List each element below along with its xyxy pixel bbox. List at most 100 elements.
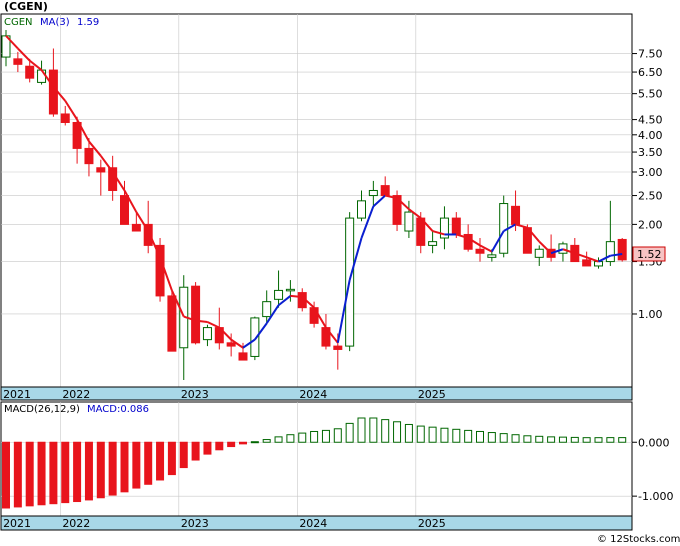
candle-body	[617, 238, 627, 261]
candle-body	[37, 69, 47, 83]
macd-bar	[96, 441, 105, 499]
candle-body	[262, 301, 272, 318]
macd-bar	[381, 419, 390, 443]
price-y-tick-label: 2.50	[638, 190, 663, 203]
candle-body	[511, 205, 521, 225]
macd-bar	[286, 434, 295, 443]
candle-body	[594, 261, 603, 267]
macd-panel	[0, 401, 633, 531]
macd-title: MACD(26,12,9)	[4, 404, 80, 415]
price-x-tick-label: 2021	[3, 388, 31, 401]
candle-body	[238, 352, 248, 361]
candle-body	[487, 254, 497, 258]
macd-bar	[167, 441, 176, 476]
candle-body	[582, 259, 592, 267]
price-y-axis: 7.506.505.504.504.003.503.002.502.001.50…	[632, 48, 663, 321]
macd-bar	[570, 436, 579, 443]
macd-y-tick-label: -1.000	[638, 490, 673, 503]
macd-bar	[523, 435, 532, 443]
candle-body	[25, 65, 35, 79]
ma-segment	[195, 319, 208, 323]
macd-bar	[37, 441, 46, 506]
watermark: © 12Stocks.com	[597, 534, 680, 545]
macd-bar	[215, 441, 224, 451]
macd-bar	[464, 429, 473, 443]
macd-bar	[132, 441, 141, 489]
macd-bar	[428, 426, 437, 443]
price-y-tick-label: 2.00	[638, 218, 663, 231]
macd-bar	[582, 437, 591, 443]
price-y-tick-label: 7.50	[638, 48, 663, 61]
price-y-tick-label: 4.00	[638, 129, 663, 142]
candle-body	[202, 327, 212, 341]
macd-x-tick-label: 2021	[3, 517, 31, 530]
candle-body	[96, 167, 106, 173]
macd-bar	[274, 436, 283, 443]
macd-bar	[108, 441, 117, 496]
macd-bar	[321, 429, 330, 443]
macd-bar	[227, 441, 236, 448]
price-x-tick-label: 2024	[299, 388, 327, 401]
macd-bar	[452, 428, 461, 443]
macd-bar	[369, 417, 378, 443]
macd-bar	[191, 441, 200, 461]
candle-body	[333, 345, 343, 350]
candle-body	[534, 248, 544, 258]
candle-body	[380, 185, 390, 197]
price-x-tick-label: 2023	[181, 388, 209, 401]
macd-value-label: MACD:0.086	[87, 404, 149, 415]
macd-bar	[404, 423, 413, 443]
candle-body	[475, 248, 485, 254]
candle-body	[191, 285, 201, 344]
candle-body	[226, 342, 236, 347]
candle-body	[605, 241, 615, 263]
stock-chart: 7.506.505.504.504.003.503.002.502.001.50…	[0, 0, 680, 545]
macd-bar	[535, 435, 544, 443]
macd-bar	[594, 437, 603, 443]
candle-body	[131, 223, 141, 232]
price-y-tick-label: 3.50	[638, 146, 663, 159]
macd-bar	[606, 437, 615, 443]
ma-segment	[290, 294, 303, 299]
chart-title: (CGEN)	[4, 0, 48, 13]
price-y-tick-label: 3.00	[638, 166, 663, 179]
macd-bar	[84, 441, 93, 501]
macd-bar	[416, 425, 425, 443]
macd-bar	[298, 432, 307, 443]
price-y-tick-label: 5.50	[638, 88, 663, 101]
candle-body	[48, 69, 58, 115]
price-y-tick-label: 1.00	[638, 308, 663, 321]
macd-y-axis: 0.000 -1.000	[632, 436, 673, 503]
macd-bar	[618, 437, 627, 443]
macd-bar	[239, 441, 247, 445]
macd-bar	[49, 441, 58, 505]
macd-bar	[61, 441, 70, 504]
last-price-label: 1.52	[637, 248, 662, 261]
candle-body	[120, 195, 129, 225]
candle-body	[404, 211, 414, 232]
macd-bar	[440, 427, 449, 443]
macd-bar	[558, 436, 567, 443]
macd-bar	[476, 430, 484, 443]
candle-body	[357, 200, 366, 219]
candle-body	[84, 147, 94, 165]
macd-bar	[203, 441, 212, 455]
candle-body	[60, 113, 70, 123]
candle-body	[309, 307, 319, 324]
macd-x-tick-label: 2024	[299, 517, 327, 530]
macd-bar	[333, 428, 342, 443]
candle-body	[274, 289, 284, 300]
price-x-tick-label: 2025	[418, 388, 446, 401]
macd-bar	[13, 441, 22, 508]
macd-bar	[499, 433, 508, 443]
candle-body	[167, 295, 177, 352]
macd-bar	[547, 436, 556, 443]
macd-bar	[511, 434, 520, 443]
macd-x-tick-label: 2025	[418, 517, 446, 530]
candle-body	[451, 217, 461, 235]
candle-body	[368, 189, 378, 197]
macd-bar	[179, 441, 188, 469]
macd-x-tick-label: 2023	[181, 517, 209, 530]
macd-bar	[144, 441, 153, 485]
macd-y-tick-label: 0.000	[638, 436, 670, 449]
